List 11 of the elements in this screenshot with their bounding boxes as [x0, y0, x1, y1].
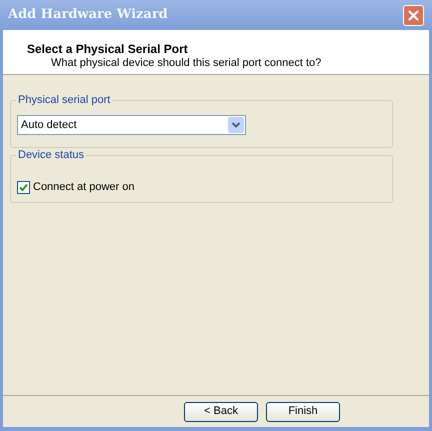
- window-title: Add Hardware Wizard: [8, 6, 168, 24]
- page-heading: Select a Physical Serial Port: [27, 42, 189, 56]
- checkbox-label: Connect at power on: [33, 180, 135, 195]
- checkbox[interactable]: [17, 180, 30, 194]
- wizard-button[interactable]: < Back: [184, 402, 258, 422]
- page-description: What physical device should this serial port connect to?: [50, 56, 322, 70]
- wizard-button[interactable]: Finish: [266, 402, 340, 422]
- close-icon: [408, 10, 419, 20]
- close-button[interactable]: [403, 4, 424, 26]
- group-label: Physical serial port: [16, 93, 112, 107]
- dropdown[interactable]: Auto detect: [17, 115, 246, 135]
